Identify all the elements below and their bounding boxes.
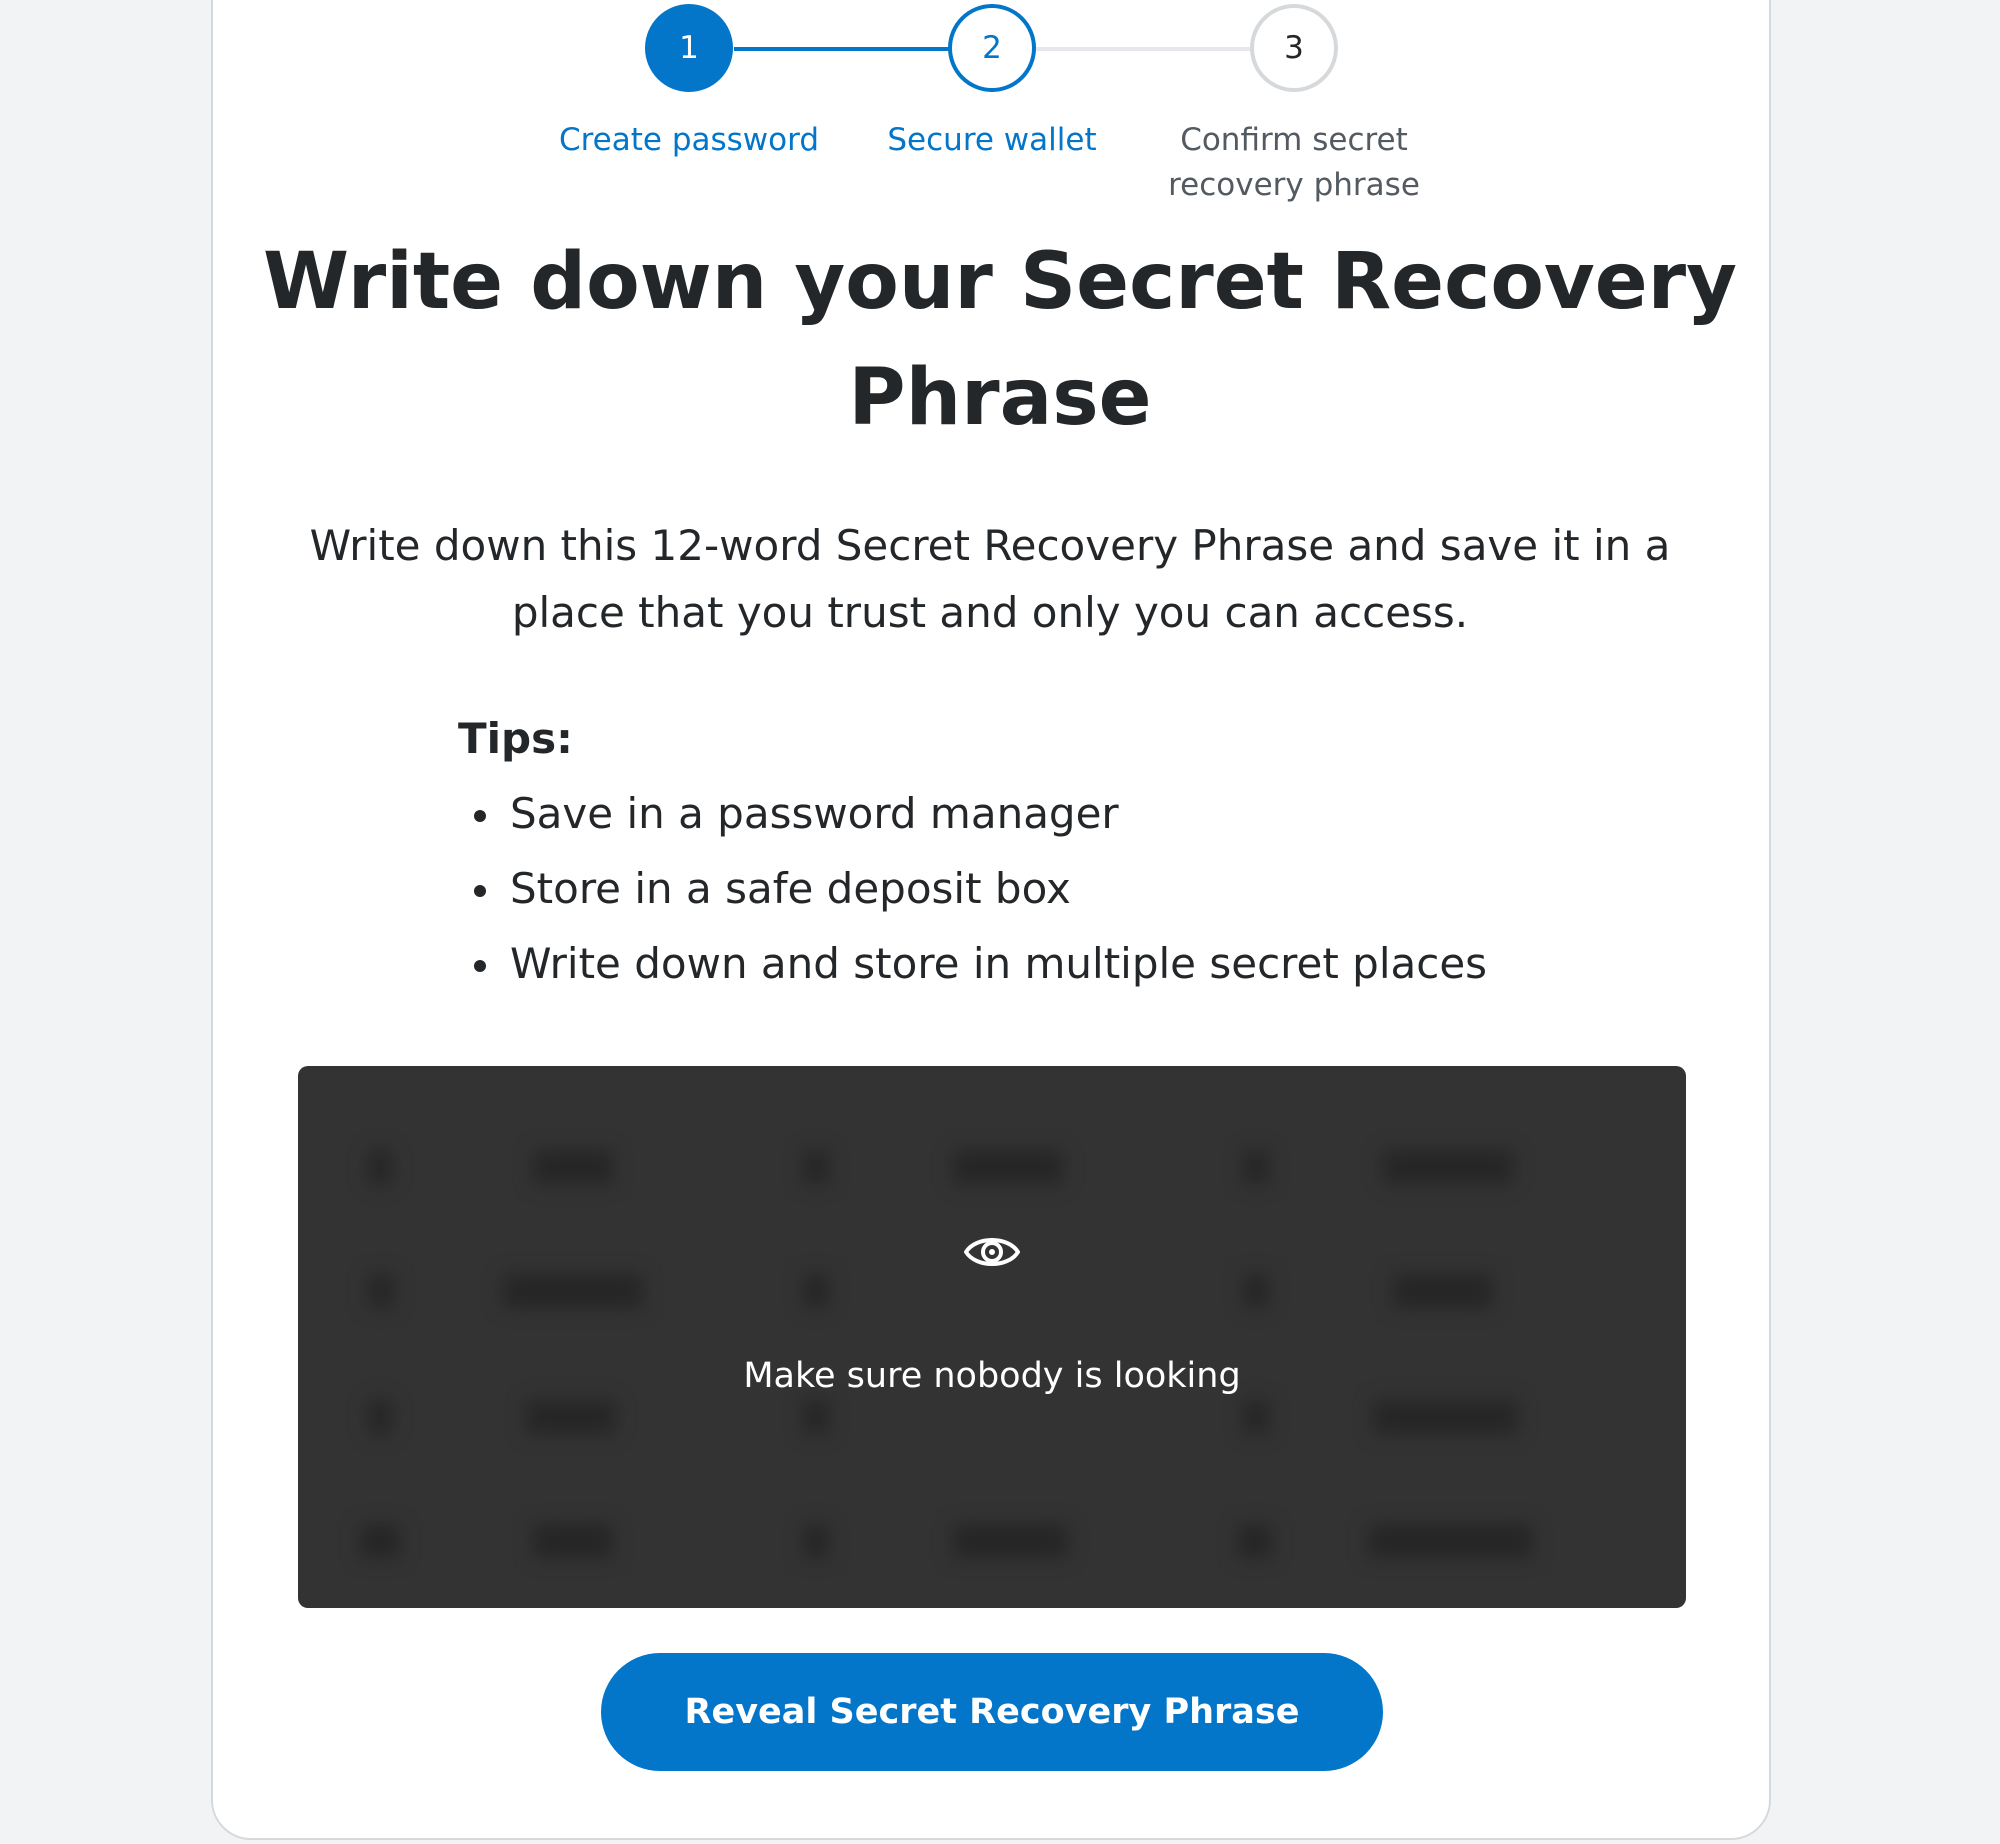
tips-title: Tips: xyxy=(458,714,573,763)
step-3-indicator: 3 xyxy=(1250,4,1338,92)
tip-item: Store in a safe deposit box xyxy=(458,851,1658,926)
step-connector-completed xyxy=(734,47,950,51)
step-2-indicator: 2 xyxy=(948,4,1036,92)
step-2-label: Secure wallet xyxy=(887,122,1097,158)
tips-section: Tips: Save in a password manager Store i… xyxy=(458,708,1658,1001)
step-2-number: 2 xyxy=(982,30,1002,66)
secret-phrase-box: Make sure nobody is looking xyxy=(298,1066,1686,1608)
page-description: Write down this 12-word Secret Recovery … xyxy=(309,521,1671,637)
step-1-number: 1 xyxy=(679,30,699,66)
step-connector-pending xyxy=(1036,47,1250,51)
step-3-label: Confirm secret recovery phrase xyxy=(1168,122,1420,203)
tips-list: Save in a password manager Store in a sa… xyxy=(458,776,1658,1001)
tip-item: Save in a password manager xyxy=(458,776,1658,851)
tip-item: Write down and store in multiple secret … xyxy=(458,926,1658,1001)
progress-stepper: 1 2 3 Create password Secure wallet Conf… xyxy=(0,0,2000,220)
eye-icon xyxy=(964,1238,1020,1266)
reveal-secret-phrase-button[interactable]: Reveal Secret Recovery Phrase xyxy=(601,1653,1383,1771)
reveal-overlay: Make sure nobody is looking xyxy=(298,1066,1686,1608)
step-1-label: Create password xyxy=(558,122,820,158)
step-3-number: 3 xyxy=(1284,30,1304,66)
step-1-indicator: 1 xyxy=(645,4,733,92)
page-title: Write down your Secret Recovery Phrase xyxy=(263,237,1737,443)
privacy-warning-text: Make sure nobody is looking xyxy=(743,1356,1241,1396)
